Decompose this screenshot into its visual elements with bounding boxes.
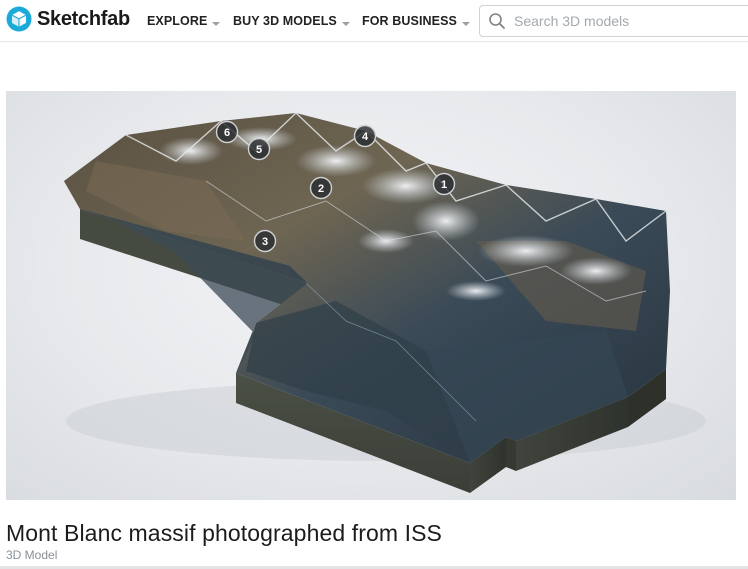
chevron-down-icon [461,22,470,26]
chevron-down-icon [341,22,350,26]
hotspot-label: 4 [362,131,369,143]
hotspot-label: 3 [262,236,268,248]
mont-blanc-terrain-model[interactable]: 1 2 3 4 5 6 [6,91,736,500]
search-input[interactable] [514,7,744,35]
annotation-hotspot-4[interactable]: 4 [353,124,377,148]
annotation-hotspot-1[interactable]: 1 [432,172,456,196]
top-navigation-bar: Sketchfab EXPLORE BUY 3D MODELS FOR BUSI… [0,0,748,42]
annotation-hotspot-2[interactable]: 2 [309,176,333,200]
annotation-hotspot-6[interactable]: 6 [215,120,239,144]
model-type-label: 3D Model [6,548,58,562]
hotspot-label: 6 [224,127,230,139]
hotspot-label: 2 [318,183,324,195]
brand-name: Sketchfab [37,7,130,30]
sketchfab-cube-icon [6,6,32,32]
nav-for-business[interactable]: FOR BUSINESS [362,0,470,42]
hotspot-label: 1 [441,179,447,191]
annotation-hotspot-5[interactable]: 5 [247,137,271,161]
model-title: Mont Blanc massif photographed from ISS [6,520,443,546]
nav-buy-3d-models[interactable]: BUY 3D MODELS [233,0,350,42]
nav-buy-3d-models-label: BUY 3D MODELS [233,14,337,28]
nav-explore[interactable]: EXPLORE [147,0,221,42]
chevron-down-icon [212,22,221,26]
hotspot-label: 5 [256,144,262,156]
nav-explore-label: EXPLORE [147,14,208,28]
sketchfab-logo-link[interactable]: Sketchfab [6,6,130,32]
search-icon[interactable] [488,12,506,30]
annotation-hotspot-3[interactable]: 3 [253,229,277,253]
nav-for-business-label: FOR BUSINESS [362,14,457,28]
model-viewer[interactable]: 1 2 3 4 5 6 [6,91,736,500]
search-box[interactable] [479,5,748,37]
